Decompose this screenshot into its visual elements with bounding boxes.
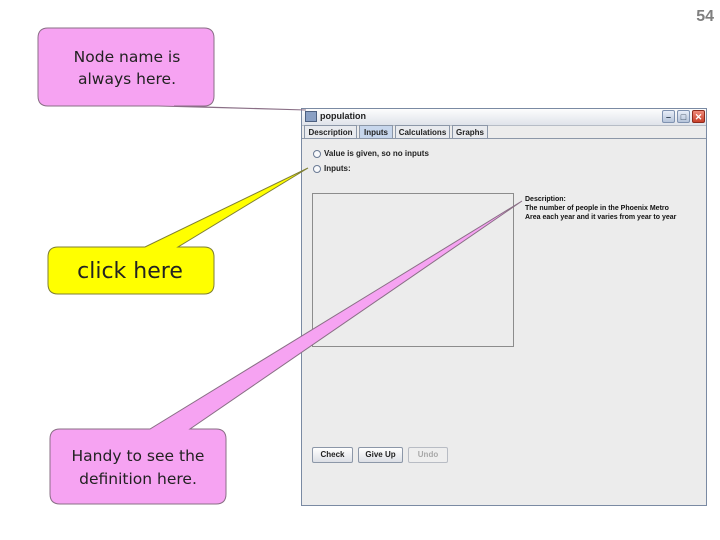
click-here-callout-text: click here [77,258,183,284]
definition-callout-text: Handy to see the definition here. [71,447,205,488]
node-name-callout-text: Node name is always here. [73,48,181,88]
